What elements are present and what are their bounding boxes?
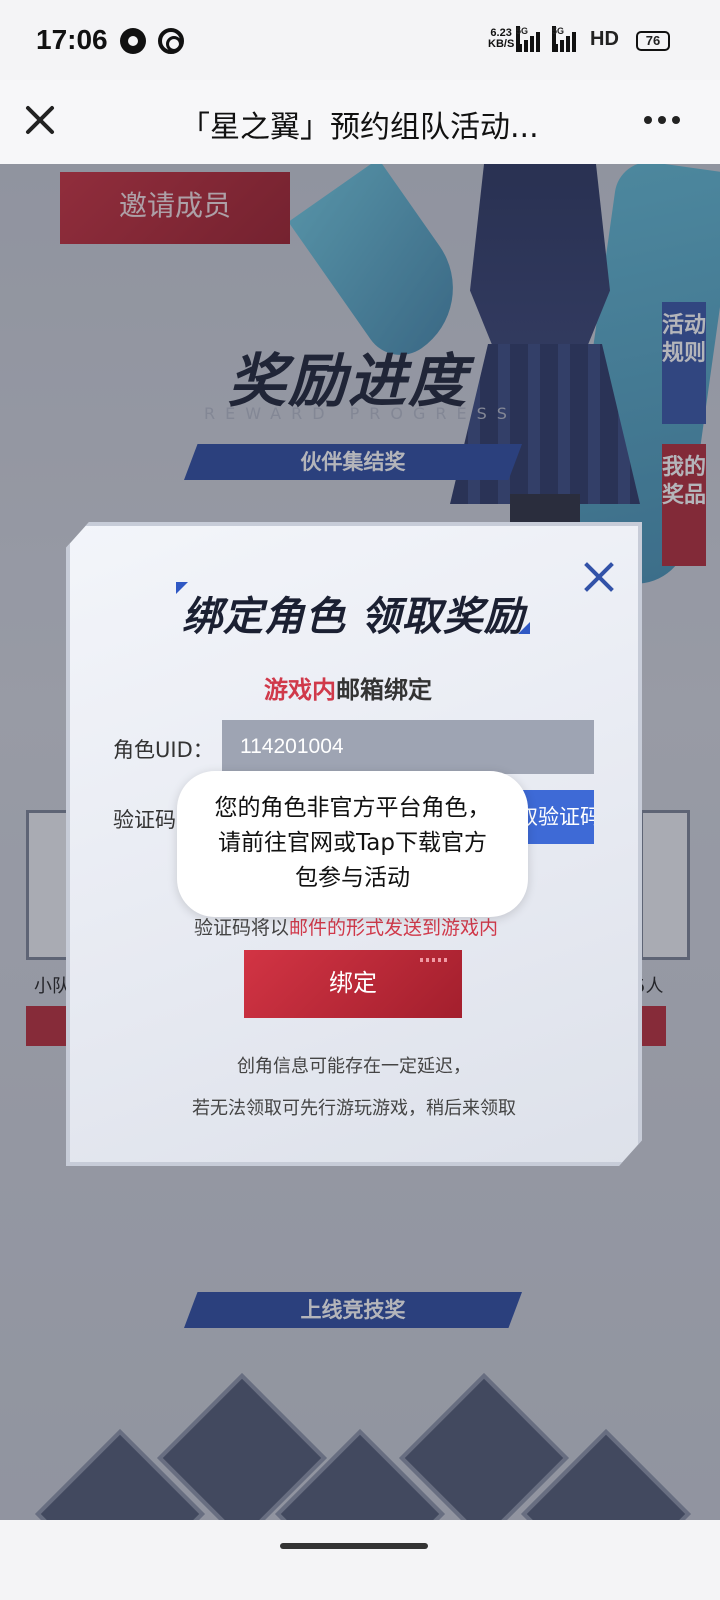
close-icon[interactable] xyxy=(584,562,614,592)
error-toast: 您的角色非官方平台角色， 请前往官网或Tap下载官方 包参与活动 xyxy=(177,771,528,917)
delay-note: 创角信息可能存在一定延迟， xyxy=(237,1056,471,1077)
toast-line: 请前往官网或Tap下载官方 xyxy=(218,830,487,856)
more-icon[interactable] xyxy=(644,114,684,126)
toast-line: 您的角色非官方平台角色， xyxy=(214,795,491,821)
uid-label: 角色UID： xyxy=(113,738,214,762)
hd-icon: HD xyxy=(590,28,619,50)
net-speed-unit: KB/S xyxy=(488,38,515,50)
app-notification-icon-2 xyxy=(158,28,184,54)
page-title: 「星之翼」预约组队活动... xyxy=(180,110,539,145)
signal-icon-2: 5G xyxy=(552,26,582,52)
system-nav-bar xyxy=(0,1520,720,1600)
retry-note: 若无法领取可先行游玩游戏，稍后来领取 xyxy=(192,1098,516,1119)
dialog-title: 绑定角色 领取奖励 xyxy=(182,594,525,640)
toast-line: 包参与活动 xyxy=(295,865,410,891)
battery-icon: 76 xyxy=(636,31,670,51)
code-hint: 验证码将以邮件的形式发送到游戏内 xyxy=(194,917,499,939)
status-bar: 17:06 6.23 KB/S 5G 5G HD 76 xyxy=(0,0,720,80)
code-label: 验证码 xyxy=(113,808,176,832)
bind-button[interactable]: 绑定 xyxy=(244,950,462,1018)
home-indicator[interactable] xyxy=(280,1543,428,1549)
status-time: 17:06 xyxy=(36,24,108,55)
net-speed: 6.23 KB/S xyxy=(488,28,514,50)
close-icon[interactable] xyxy=(24,104,56,136)
dialog-subtitle: 游戏内邮箱绑定 xyxy=(264,676,432,704)
uid-field[interactable]: 114201004 xyxy=(222,720,594,774)
signal-icon: 5G xyxy=(516,26,546,52)
app-notification-icon xyxy=(120,28,146,54)
